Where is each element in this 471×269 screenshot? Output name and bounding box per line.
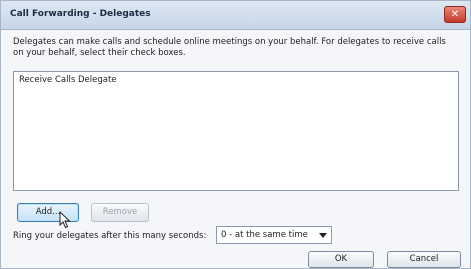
mouse-pointer-icon: [59, 211, 71, 229]
ring-delay-select[interactable]: 0 - at the same time: [216, 226, 332, 244]
dialog-title: Call Forwarding - Delegates: [10, 9, 151, 19]
remove-button: Remove: [91, 203, 149, 222]
column-delegate[interactable]: Delegate: [78, 72, 117, 88]
list-header: Receive Calls Delegate: [14, 72, 458, 88]
delegates-list[interactable]: Receive Calls Delegate: [13, 71, 459, 191]
dialog-description: Delegates can make calls and schedule on…: [13, 37, 446, 58]
call-forwarding-delegates-dialog: Call Forwarding - Delegates ✕ Delegates …: [0, 0, 471, 269]
cancel-button[interactable]: Cancel: [387, 251, 461, 268]
close-icon: ✕: [450, 9, 460, 20]
column-receive-calls[interactable]: Receive Calls: [19, 72, 75, 88]
close-button[interactable]: ✕: [444, 6, 466, 23]
ring-delay-value: 0 - at the same time: [221, 230, 308, 240]
chevron-down-icon: [319, 233, 327, 238]
ok-button[interactable]: OK: [308, 251, 374, 268]
title-bar: Call Forwarding - Delegates ✕: [1, 1, 470, 30]
ring-delay-label: Ring your delegates after this many seco…: [13, 231, 207, 241]
